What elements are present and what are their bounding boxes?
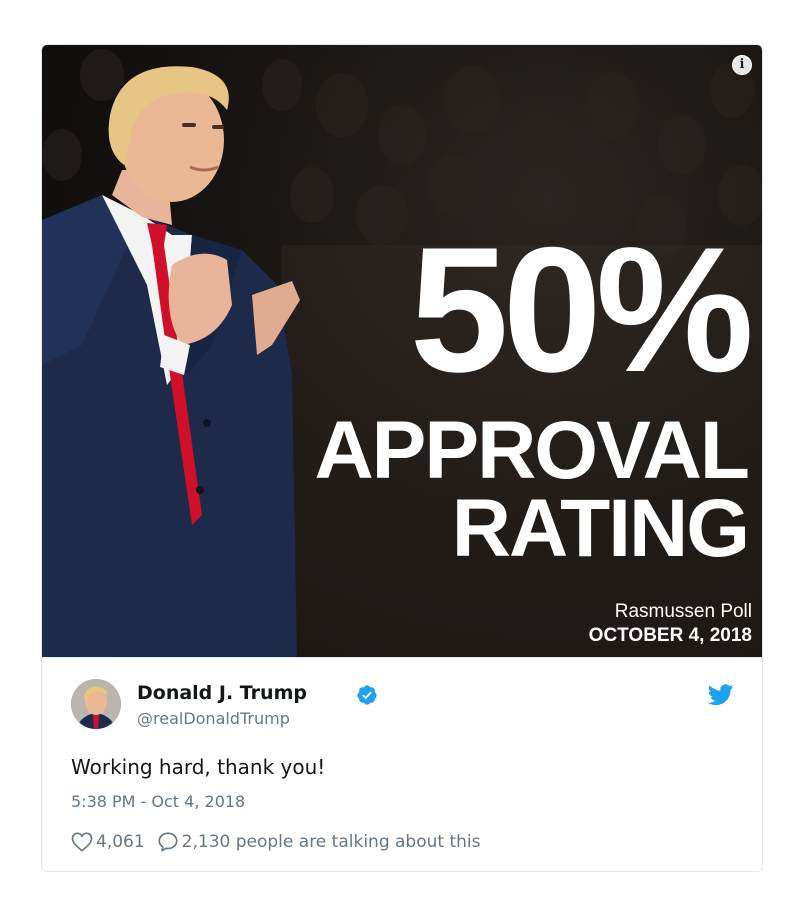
info-icon[interactable]: i [732, 55, 752, 75]
speech-bubble-icon [158, 832, 178, 852]
speaker-portrait [42, 66, 300, 657]
approval-headline: 50% APPROVAL RATING [314, 210, 754, 574]
author-name[interactable]: Donald J. Trump [137, 682, 307, 704]
author-handle[interactable]: @realDonaldTrump [137, 709, 290, 728]
headline-approval: APPROVAL [314, 405, 750, 496]
headline-number: 50% [409, 210, 754, 409]
poll-date: OCTOBER 4, 2018 [588, 625, 752, 646]
avatar-portrait-icon [71, 679, 121, 729]
tweet-text: Working hard, thank you! [71, 755, 326, 779]
heart-icon [71, 832, 93, 852]
verified-badge-icon [357, 685, 377, 705]
conversation-text: 2,130 people are talking about this [181, 832, 481, 852]
tweet-timestamp[interactable]: 5:38 PM - Oct 4, 2018 [71, 792, 245, 811]
headline-rating: RATING [451, 483, 750, 574]
tweet-body: Donald J. Trump @realDonaldTrump Working… [42, 657, 762, 871]
tweet-actions: 4,061 2,130 people are talking about thi… [71, 830, 480, 854]
embedded-tweet-card[interactable]: 50% APPROVAL RATING Rasmussen Poll OCTOB… [41, 44, 763, 872]
avatar[interactable] [71, 679, 121, 729]
like-button[interactable]: 4,061 [71, 832, 145, 852]
poll-source: Rasmussen Poll [614, 601, 752, 622]
tweet-media-image[interactable]: 50% APPROVAL RATING Rasmussen Poll OCTOB… [42, 45, 762, 657]
like-count: 4,061 [96, 832, 145, 852]
conversation-link[interactable]: 2,130 people are talking about this [157, 831, 481, 853]
twitter-bird-icon[interactable] [708, 684, 734, 706]
